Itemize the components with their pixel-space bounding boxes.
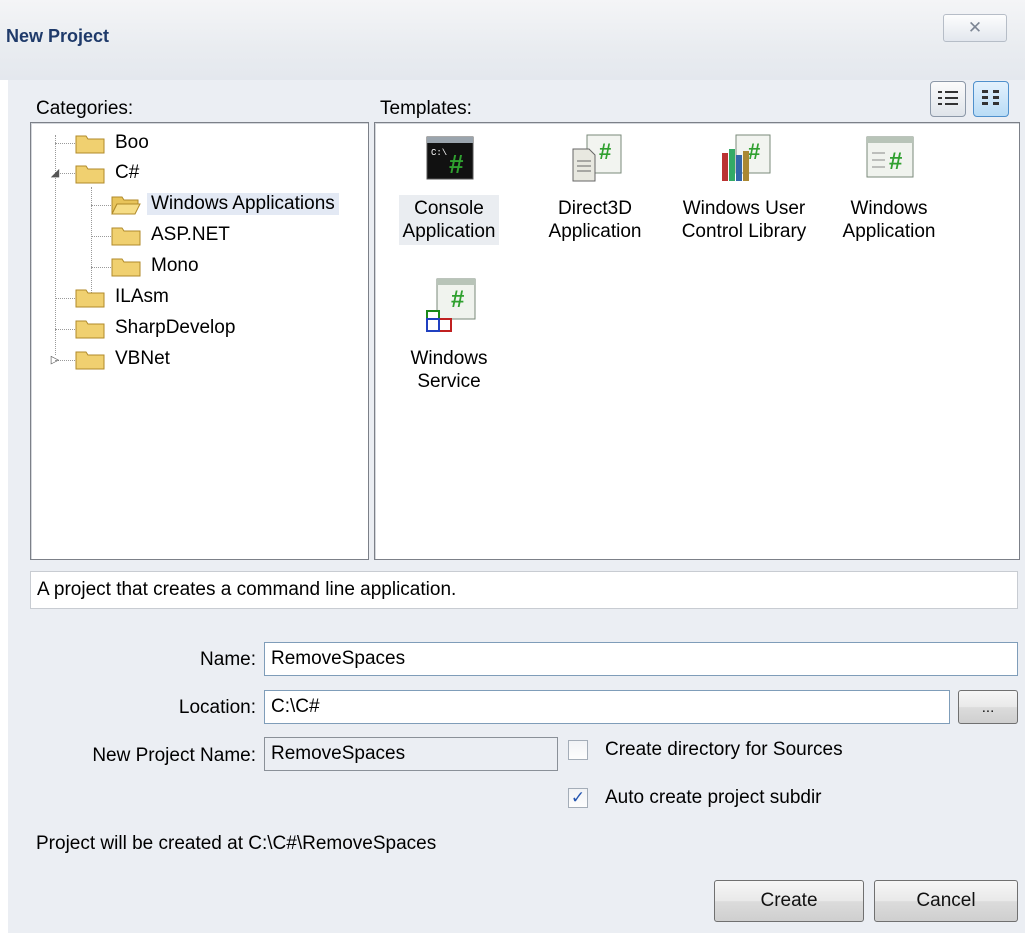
location-input[interactable]: C:\C# — [264, 690, 950, 724]
svg-text:#: # — [748, 139, 760, 164]
tree-item-vbnet[interactable]: VBNet — [75, 344, 174, 374]
folder-icon — [75, 351, 105, 370]
list-view-icon — [938, 91, 958, 105]
large-icons-view-button[interactable] — [973, 81, 1009, 117]
folder-icon — [75, 135, 105, 154]
auto-create-subdir-checkbox[interactable]: ✓ — [568, 788, 588, 808]
svg-text:#: # — [599, 139, 611, 164]
folder-icon — [111, 227, 141, 246]
template-windows-application[interactable]: # Windows Application — [829, 133, 949, 245]
name-input[interactable]: RemoveSpaces — [264, 642, 1018, 676]
tree-item-ilasm[interactable]: ILAsm — [75, 282, 173, 312]
template-label: Console Application — [398, 195, 500, 245]
tree-item-aspnet[interactable]: ASP.NET — [111, 220, 234, 250]
svg-text:#: # — [449, 149, 464, 179]
template-label: Windows Application — [842, 198, 936, 242]
project-path-info: Project will be created at C:\C#\RemoveS… — [36, 833, 437, 854]
list-view-button[interactable] — [930, 81, 966, 117]
tree-item-csharp[interactable]: C# — [75, 158, 143, 188]
large-icons-view-icon — [982, 90, 999, 105]
tree-item-windows-applications[interactable]: Windows Applications — [111, 189, 339, 219]
template-label: Windows User Control Library — [681, 198, 807, 242]
svg-text:#: # — [889, 148, 902, 175]
folder-icon — [75, 320, 105, 339]
new-project-name-label: New Project Name: — [92, 745, 256, 766]
create-directory-label[interactable]: Create directory for Sources — [605, 739, 843, 761]
expand-vbnet-icon[interactable]: ▷ — [48, 353, 62, 367]
categories-tree[interactable]: ◢ ▷ Boo C# Windows Applications ASP.NET … — [30, 122, 369, 560]
new-project-name-field: RemoveSpaces — [264, 737, 558, 771]
template-console-application[interactable]: C:\ # Console Application — [389, 133, 509, 245]
templates-list[interactable]: C:\ # Console Application # Direct3D Appli… — [374, 122, 1020, 560]
open-folder-icon — [111, 196, 141, 215]
name-label: Name: — [200, 649, 256, 670]
browse-button[interactable]: ... — [958, 690, 1018, 724]
tree-item-sharpdevelop[interactable]: SharpDevelop — [75, 313, 239, 343]
console-app-icon: C:\ # — [426, 136, 474, 180]
tree-item-mono[interactable]: Mono — [111, 251, 203, 281]
checkmark-icon: ✓ — [570, 788, 586, 807]
collapse-csharp-icon[interactable]: ◢ — [48, 166, 62, 180]
close-button[interactable]: ✕ — [943, 14, 1007, 42]
description-box: A project that creates a command line ap… — [30, 571, 1018, 609]
tree-item-boo[interactable]: Boo — [75, 128, 153, 158]
templates-label: Templates: — [380, 98, 472, 119]
windows-app-icon: # — [866, 136, 914, 178]
create-button[interactable]: Create — [714, 880, 864, 922]
folder-icon — [75, 165, 105, 184]
template-direct3d-application[interactable]: # Direct3D Application — [535, 133, 655, 245]
cancel-button[interactable]: Cancel — [874, 880, 1018, 922]
template-label: Windows Service — [410, 348, 488, 392]
control-library-icon: # — [722, 134, 771, 181]
title-bar[interactable]: New Project ✕ — [0, 0, 1025, 80]
windows-service-icon: # — [426, 278, 476, 332]
template-label: Direct3D Application — [548, 198, 642, 242]
close-icon: ✕ — [967, 18, 983, 37]
folder-icon — [111, 258, 141, 277]
svg-text:C:\: C:\ — [431, 148, 447, 158]
auto-create-subdir-label[interactable]: Auto create project subdir — [605, 787, 822, 809]
categories-label: Categories: — [36, 98, 134, 119]
folder-icon — [75, 289, 105, 308]
location-label: Location: — [178, 697, 256, 718]
template-windows-user-control-library[interactable]: # Windows User Control Library — [669, 133, 819, 245]
window-title: New Project — [6, 26, 110, 46]
create-directory-checkbox[interactable] — [568, 740, 588, 760]
svg-text:#: # — [451, 286, 464, 313]
direct3d-app-icon: # — [572, 134, 622, 182]
template-windows-service[interactable]: # Windows Service — [389, 275, 509, 395]
template-description: A project that creates a command line ap… — [37, 579, 457, 600]
